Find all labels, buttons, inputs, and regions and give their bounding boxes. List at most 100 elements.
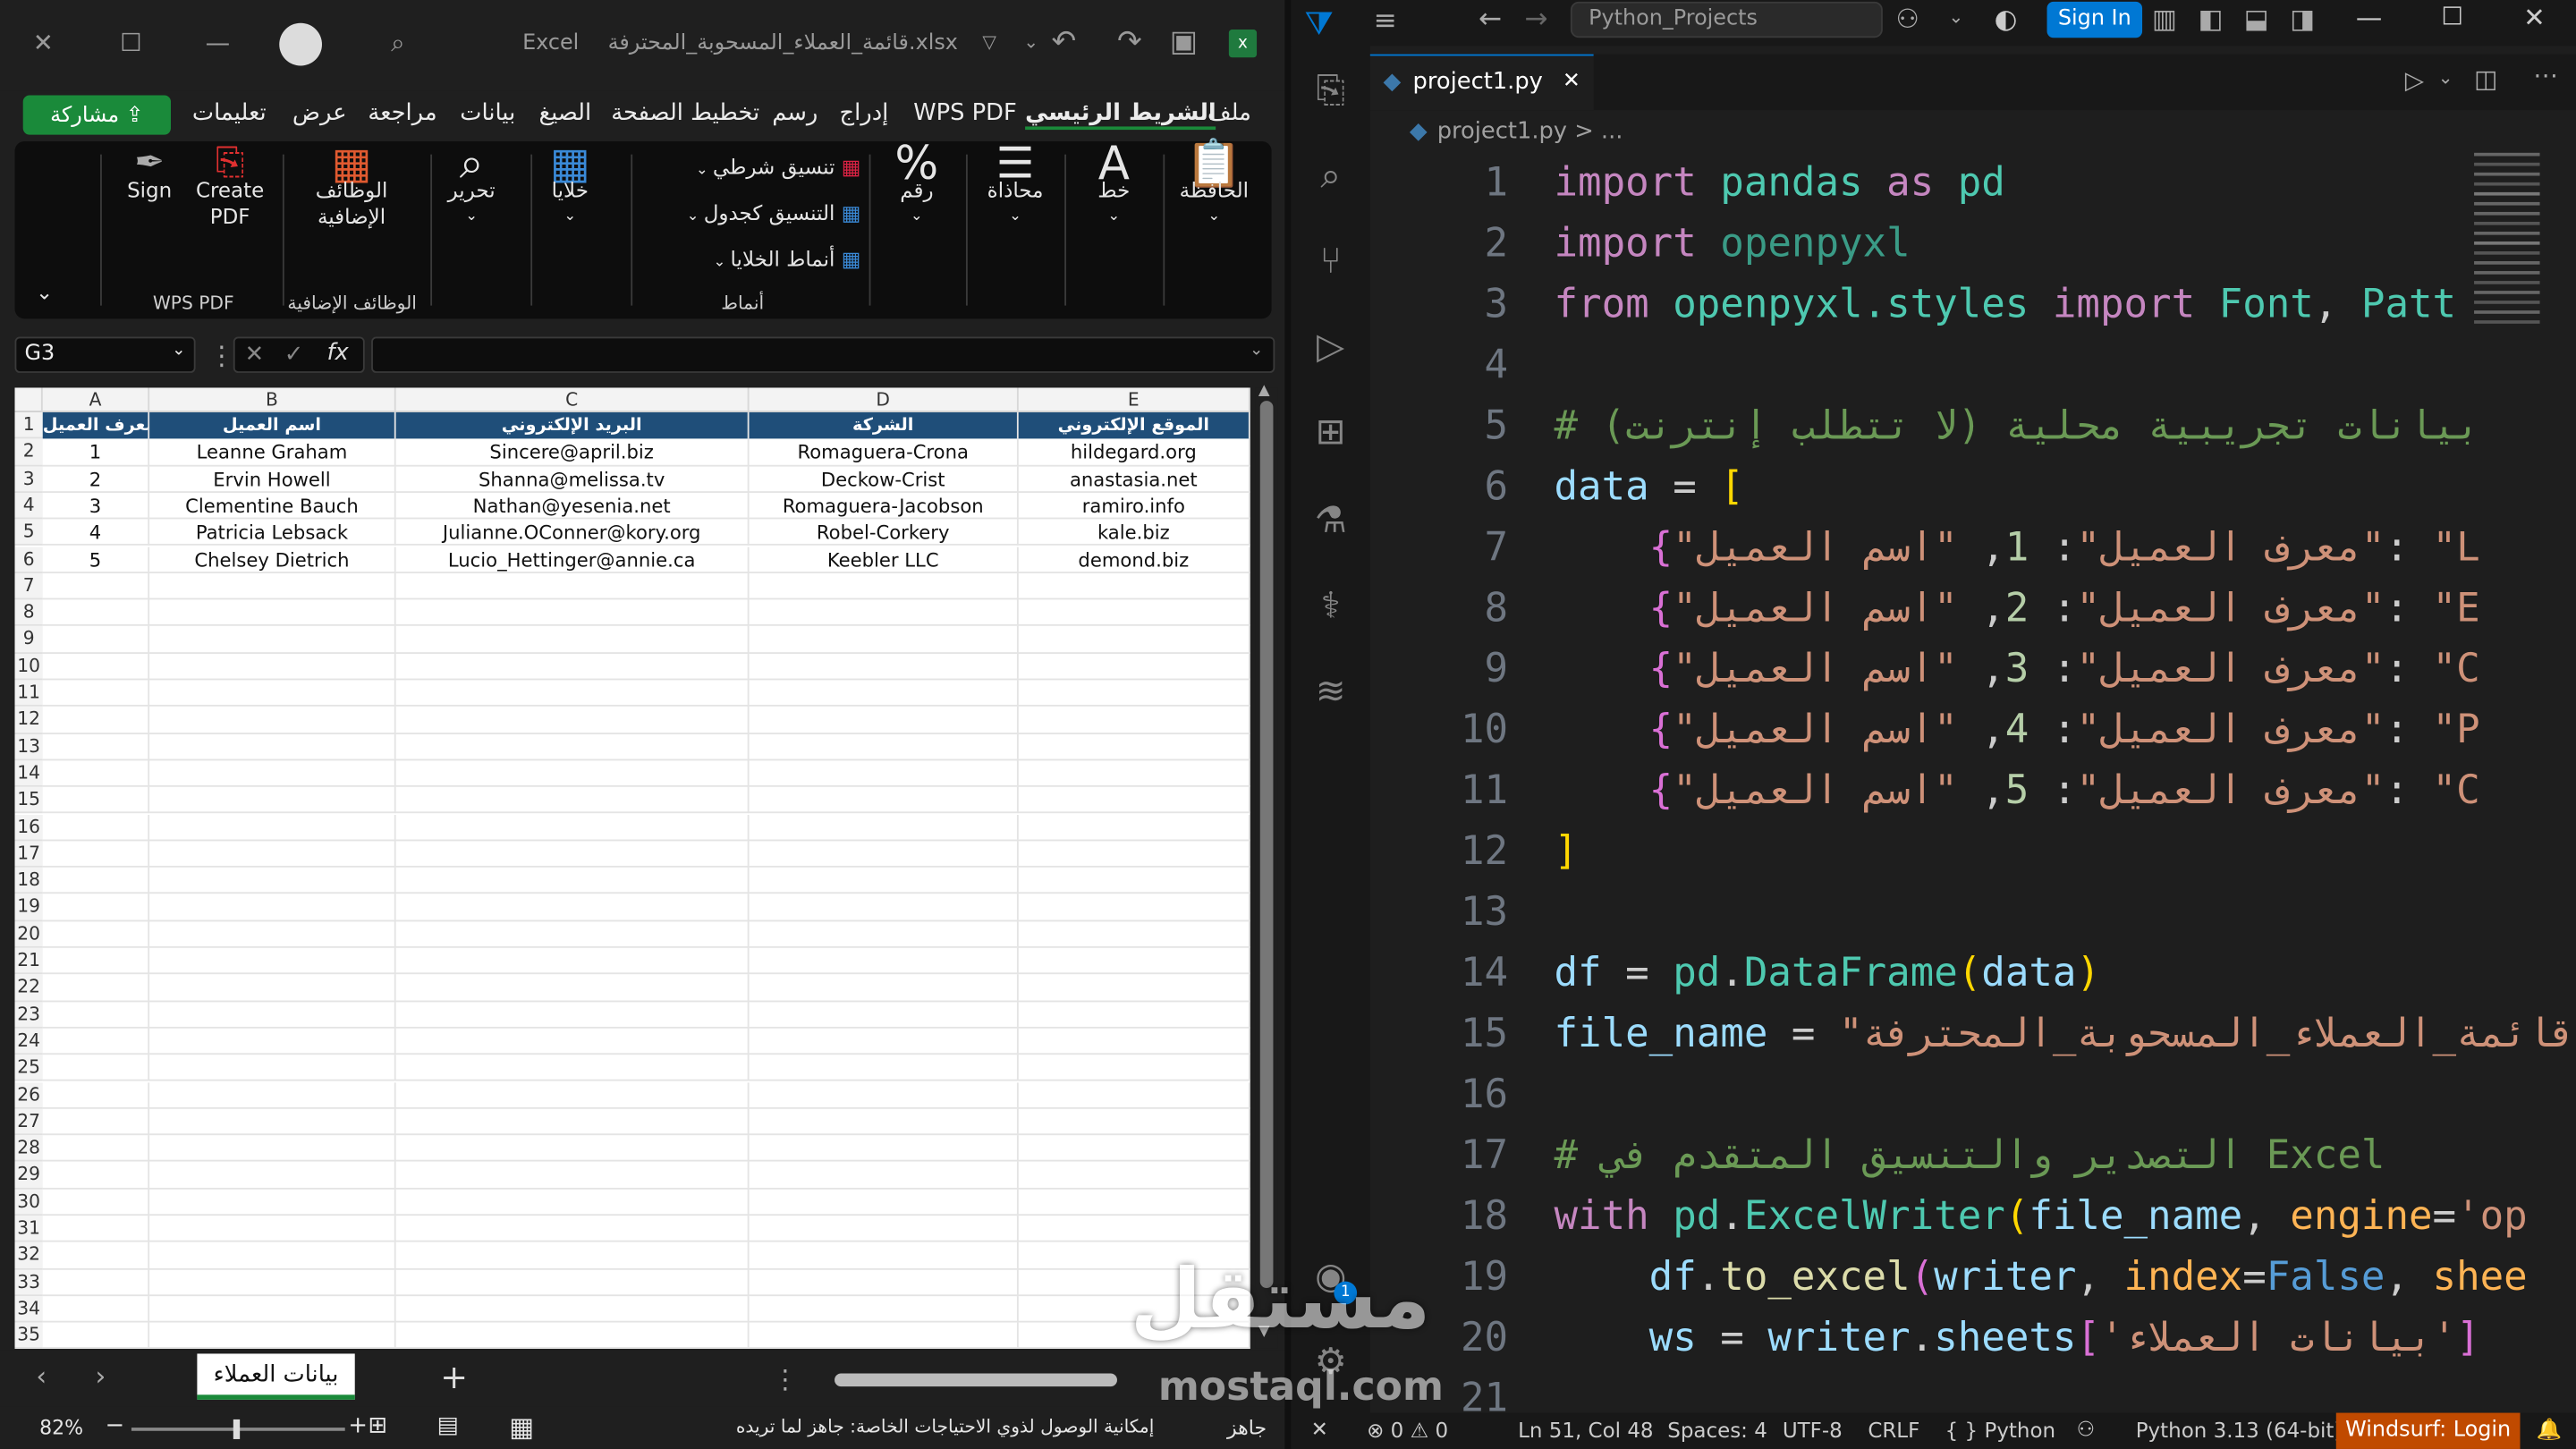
row-header[interactable]: 11 xyxy=(14,680,43,708)
close-icon[interactable]: ✕ xyxy=(2523,2,2546,33)
row-header[interactable]: 16 xyxy=(14,814,43,842)
cell[interactable] xyxy=(149,787,396,815)
cell[interactable] xyxy=(1019,1108,1250,1136)
cell[interactable] xyxy=(149,1081,396,1109)
cell[interactable] xyxy=(149,1269,396,1296)
cell[interactable] xyxy=(750,1028,1019,1055)
cell[interactable] xyxy=(750,572,1019,600)
cell[interactable] xyxy=(43,894,150,921)
explorer-icon[interactable]: ⎘ xyxy=(1311,72,1351,112)
cell[interactable] xyxy=(396,707,750,734)
tab-review[interactable]: مراجعة xyxy=(368,100,436,126)
cell[interactable] xyxy=(396,947,750,975)
tab-home[interactable]: الشريط الرئيسي xyxy=(1025,100,1216,131)
language-mode[interactable]: { } Python xyxy=(1945,1418,2055,1443)
menu-icon[interactable]: ≡ xyxy=(1373,5,1396,38)
cell[interactable] xyxy=(396,1322,750,1349)
more-icon[interactable]: ⋯ xyxy=(2533,61,2558,90)
cell[interactable] xyxy=(149,1028,396,1055)
cell[interactable] xyxy=(396,841,750,868)
row-header[interactable]: 20 xyxy=(14,920,43,948)
row-header[interactable]: 25 xyxy=(14,1055,43,1082)
cell[interactable] xyxy=(750,733,1019,761)
cell[interactable]: ramiro.info xyxy=(1019,492,1250,520)
row-header[interactable]: 10 xyxy=(14,653,43,681)
cell[interactable] xyxy=(396,1028,750,1055)
row-header[interactable]: 1 xyxy=(14,412,43,439)
cell[interactable] xyxy=(43,1295,150,1323)
accessibility-status[interactable]: إمكانية الوصول لذوي الاحتياجات الخاصة: ج… xyxy=(736,1416,1154,1437)
cell[interactable] xyxy=(149,947,396,975)
row-header[interactable]: 35 xyxy=(14,1322,43,1349)
cell[interactable] xyxy=(750,1322,1019,1349)
clipboard-button[interactable]: 📋 الحافظة ⌄ xyxy=(1170,140,1258,230)
cell[interactable] xyxy=(396,653,750,681)
cell[interactable] xyxy=(1019,1162,1250,1190)
cell[interactable] xyxy=(396,787,750,815)
chevron-down-icon[interactable]: ⌄ xyxy=(1250,342,1263,360)
cell[interactable]: 4 xyxy=(43,519,150,547)
cell[interactable]: 1 xyxy=(43,438,150,466)
minimize-icon[interactable]: — xyxy=(2356,2,2382,33)
cell[interactable] xyxy=(43,1001,150,1029)
cell[interactable] xyxy=(1019,920,1250,948)
row-header[interactable]: 2 xyxy=(14,438,43,466)
cell[interactable] xyxy=(149,1242,396,1270)
cell[interactable]: Keebler LLC xyxy=(750,546,1019,573)
row-header[interactable]: 18 xyxy=(14,867,43,894)
cell[interactable] xyxy=(750,1269,1019,1296)
sign-button[interactable]: ✒ Sign xyxy=(114,146,186,204)
source-control-icon[interactable]: ⑂ xyxy=(1311,242,1351,283)
tab-wps-pdf[interactable]: WPS PDF xyxy=(913,100,1017,126)
row-header[interactable]: 30 xyxy=(14,1189,43,1216)
header-cell[interactable]: البريد الإلكتروني xyxy=(395,412,750,439)
cell[interactable] xyxy=(43,974,150,1002)
cell[interactable] xyxy=(43,1028,150,1055)
file-tab[interactable]: ◆ project1.py ✕ xyxy=(1369,54,1594,111)
cell[interactable] xyxy=(1019,1001,1250,1029)
cell[interactable] xyxy=(750,707,1019,734)
format-as-table-button[interactable]: ⌄ التنسيق كجدول ▦ xyxy=(648,200,861,230)
cell[interactable] xyxy=(750,626,1019,654)
cell[interactable]: Sincere@april.biz xyxy=(396,438,750,466)
cell[interactable] xyxy=(750,1108,1019,1136)
row-header[interactable]: 17 xyxy=(14,841,43,868)
cell[interactable]: Romaguera-Jacobson xyxy=(750,492,1019,520)
cell[interactable] xyxy=(1019,599,1250,627)
cell[interactable] xyxy=(43,814,150,842)
font-button[interactable]: A خط ⌄ xyxy=(1074,140,1153,230)
cell[interactable] xyxy=(1019,814,1250,842)
cell[interactable] xyxy=(396,733,750,761)
row-header[interactable]: 3 xyxy=(14,465,43,493)
zoom-level[interactable]: 82% xyxy=(39,1416,83,1439)
more-icon[interactable]: ⋮ xyxy=(772,1363,798,1394)
search-icon[interactable]: ⌕ xyxy=(1311,157,1351,197)
cell[interactable]: anastasia.net xyxy=(1019,465,1250,493)
cell[interactable] xyxy=(1019,787,1250,815)
chevron-down-icon[interactable]: ⌄ xyxy=(1948,6,1963,28)
cell[interactable] xyxy=(396,1081,750,1109)
row-header[interactable]: 24 xyxy=(14,1028,43,1055)
line-ending[interactable]: CRLF xyxy=(1868,1418,1919,1443)
row-header[interactable]: 21 xyxy=(14,947,43,975)
accounts-icon[interactable]: ◐ xyxy=(1995,4,2018,35)
cell[interactable] xyxy=(149,974,396,1002)
cell[interactable]: 2 xyxy=(43,465,150,493)
tab-insert[interactable]: إدراج xyxy=(840,100,889,126)
cell[interactable] xyxy=(750,1162,1019,1190)
cell[interactable] xyxy=(149,1216,396,1243)
cell[interactable] xyxy=(396,894,750,921)
remote-icon[interactable]: ✕ xyxy=(1311,1416,1328,1441)
windsurf-login[interactable]: Windsurf: Login xyxy=(2335,1412,2521,1449)
cell[interactable] xyxy=(149,626,396,654)
cell[interactable] xyxy=(149,1108,396,1136)
row-header[interactable]: 27 xyxy=(14,1108,43,1136)
cell[interactable] xyxy=(750,680,1019,708)
tab-help[interactable]: تعليمات xyxy=(192,100,267,126)
code-editor[interactable]: 1 2 3 4 5 6 7 8 9 10 11 12 13 14 15 16 17 18 19 20 21 import… xyxy=(1370,153,2576,1412)
cell[interactable]: hildegard.org xyxy=(1019,438,1250,466)
cell[interactable] xyxy=(396,760,750,788)
cell[interactable] xyxy=(750,841,1019,868)
cell[interactable] xyxy=(750,1189,1019,1216)
copilot-icon[interactable]: ⚇ xyxy=(2077,1416,2096,1441)
